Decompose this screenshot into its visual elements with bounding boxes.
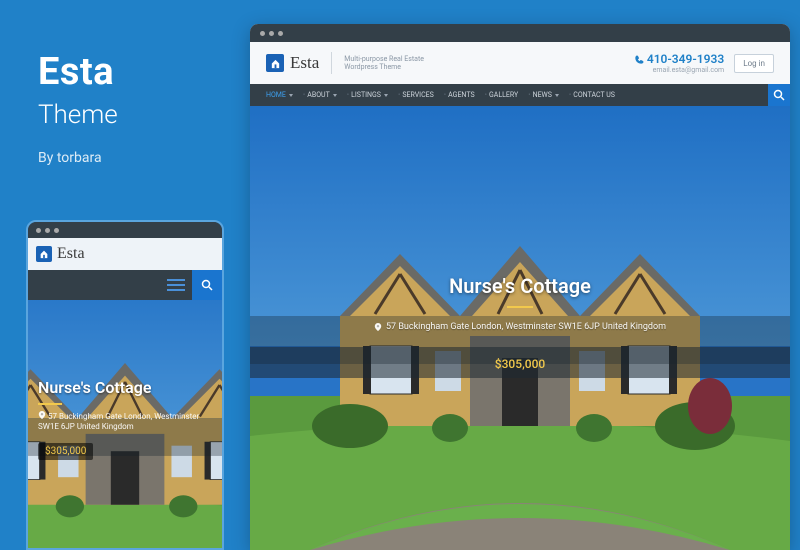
listing-title: Nurse's Cottage xyxy=(38,378,212,397)
contact-email[interactable]: email.esta@gmail.com xyxy=(634,66,724,74)
listing-price: $305,000 xyxy=(495,357,545,371)
nav-contact[interactable]: CONTACT US xyxy=(573,91,615,99)
desktop-topbar: Esta Multi-purpose Real EstateWordpress … xyxy=(250,42,790,84)
listing-overlay: Nurse's Cottage 57 Buckingham Gate Londo… xyxy=(250,274,790,378)
promo-title-block: Esta Theme By torbara xyxy=(38,50,118,166)
promo-byline: By torbara xyxy=(38,150,118,166)
desktop-hero: Nurse's Cottage 57 Buckingham Gate Londo… xyxy=(250,106,790,550)
brand-name: Esta xyxy=(290,53,319,73)
desktop-titlebar xyxy=(250,24,790,42)
brand-tagline: Multi-purpose Real EstateWordpress Theme xyxy=(344,55,424,72)
phone-icon xyxy=(634,55,644,65)
chevron-down-icon xyxy=(289,94,293,97)
chevron-down-icon xyxy=(333,94,337,97)
listing-price: $305,000 xyxy=(38,443,93,460)
nav-listings[interactable]: LISTINGS xyxy=(351,91,388,99)
divider xyxy=(331,52,332,74)
mobile-nav xyxy=(28,270,222,300)
hamburger-icon[interactable] xyxy=(162,271,190,299)
mobile-header: Esta xyxy=(28,238,222,270)
listing-title: Nurse's Cottage xyxy=(250,274,790,298)
pin-icon xyxy=(38,411,46,419)
search-button[interactable] xyxy=(768,84,790,106)
brand-name: Esta xyxy=(57,245,85,263)
nav-services[interactable]: SERVICES xyxy=(402,91,433,99)
pin-icon xyxy=(374,323,382,331)
price-band: $305,000 xyxy=(250,347,790,378)
promo-subtitle: Theme xyxy=(38,100,118,130)
listing-address: 57 Buckingham Gate London, Westminster S… xyxy=(374,322,666,332)
listing-overlay: Nurse's Cottage 57 Buckingham Gate Londo… xyxy=(28,370,222,468)
mobile-hero: Nurse's Cottage 57 Buckingham Gate Londo… xyxy=(28,300,222,550)
search-button[interactable] xyxy=(192,270,222,300)
desktop-preview: Esta Multi-purpose Real EstateWordpress … xyxy=(250,24,790,550)
desktop-nav: HOME• ABOUT• LISTINGS• SERVICES• AGENTS•… xyxy=(250,84,790,106)
logo-icon xyxy=(36,246,52,262)
chevron-down-icon xyxy=(384,94,388,97)
divider xyxy=(38,403,62,405)
nav-home[interactable]: HOME xyxy=(266,91,293,99)
promo-title: Esta xyxy=(38,50,118,94)
nav-about[interactable]: ABOUT xyxy=(307,91,336,99)
chevron-down-icon xyxy=(555,94,559,97)
mobile-preview: Esta Nurse's Cottage 57 Buckingham Gate … xyxy=(26,220,224,550)
mobile-titlebar xyxy=(28,222,222,238)
logo-icon xyxy=(266,54,284,72)
listing-address: 57 Buckingham Gate London, Westminster S… xyxy=(38,411,212,433)
login-button[interactable]: Log in xyxy=(734,54,774,73)
contact-block: 410-349-1933 email.esta@gmail.com xyxy=(634,52,724,74)
phone-number[interactable]: 410-349-1933 xyxy=(634,52,724,66)
nav-news[interactable]: NEWS xyxy=(533,91,559,99)
nav-agents[interactable]: AGENTS xyxy=(448,91,474,99)
nav-gallery[interactable]: GALLERY xyxy=(489,91,518,99)
divider xyxy=(507,306,533,308)
